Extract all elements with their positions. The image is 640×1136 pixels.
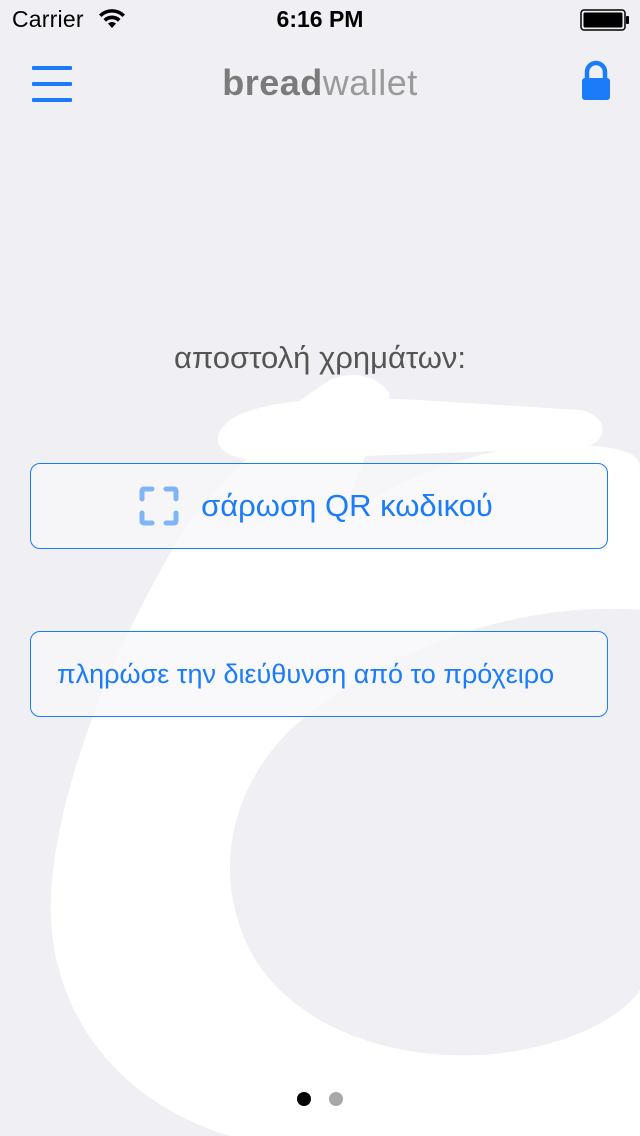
lock-icon xyxy=(582,60,610,100)
pay-from-clipboard-label: πληρώσε την διεύθυνση από το πρόχειρο xyxy=(57,658,555,689)
scan-qr-label: σάρωση QR κωδικού xyxy=(201,488,493,523)
lock-button[interactable] xyxy=(578,60,614,102)
logo-bread-text: bread xyxy=(222,62,323,103)
qr-scan-icon xyxy=(139,486,179,526)
navigation-bar: breadwallet xyxy=(0,40,640,128)
pay-from-clipboard-button[interactable]: πληρώσε την διεύθυνση από το πρόχειρο xyxy=(30,631,608,717)
scan-qr-button[interactable]: σάρωση QR κωδικού xyxy=(30,463,608,549)
page-indicator[interactable] xyxy=(0,1092,640,1106)
logo-wallet-text: wallet xyxy=(322,62,418,103)
page-dot[interactable] xyxy=(329,1092,343,1106)
status-time: 6:16 PM xyxy=(276,6,364,32)
page-dot-active[interactable] xyxy=(297,1092,311,1106)
battery-icon xyxy=(580,9,629,31)
send-money-heading: αποστολή χρημάτων: xyxy=(173,340,467,375)
status-bar: Carrier 6:16 PM xyxy=(0,0,640,40)
background-logo-watermark xyxy=(50,375,640,1136)
app-logo: breadwallet xyxy=(0,62,640,104)
